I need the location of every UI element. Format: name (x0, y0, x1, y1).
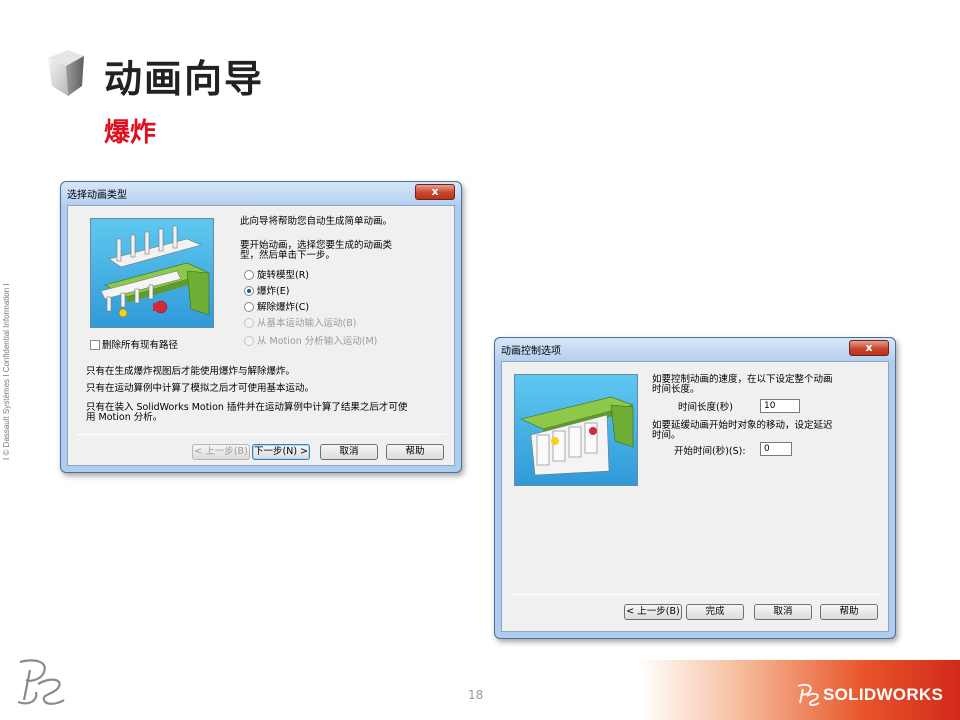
delete-paths-checkbox[interactable] (90, 340, 100, 350)
help-button[interactable]: 帮助 (820, 604, 878, 620)
duration-input[interactable]: 10 (760, 399, 800, 413)
dialog-title: 动画控制选项 (501, 346, 561, 357)
dialog-titlebar: 选择动画类型 x (61, 182, 461, 204)
exploded-assembly-preview (90, 218, 214, 328)
close-button[interactable]: x (849, 340, 889, 356)
dialog-separator (76, 434, 446, 435)
radio-rotate-model[interactable] (244, 270, 254, 280)
delete-paths-label: 删除所有现有路径 (102, 340, 179, 351)
duration-label: 时间长度(秒) (678, 402, 733, 413)
assembly-preview (514, 374, 638, 486)
page-number: 18 (468, 688, 484, 702)
finish-button[interactable]: 完成 (686, 604, 744, 620)
note-explode: 只有在生成爆炸视图后才能使用爆炸与解除爆炸。 (86, 366, 296, 377)
radio-explode[interactable] (244, 286, 254, 296)
next-button[interactable]: 下一步(N) > (252, 444, 310, 460)
assembly-image-icon (520, 396, 634, 476)
ds-logo-icon (17, 659, 65, 705)
cube-logo-icon (48, 50, 84, 96)
help-button[interactable]: 帮助 (386, 444, 444, 460)
prompt-text-2: 型，然后单击下一步。 (240, 250, 336, 261)
radio-label-basic-motion: 从基本运动输入运动(B) (257, 318, 357, 329)
cancel-button[interactable]: 取消 (320, 444, 378, 460)
radio-collapse[interactable] (244, 302, 254, 312)
solidworks-logo: SOLIDWORKS (795, 681, 955, 709)
animation-type-dialog: 选择动画类型 x 此向导将帮助您自动生成简单动画。 要开始动画，选择您要生成的动… (60, 181, 462, 473)
ds-mark-icon (797, 683, 820, 706)
radio-label-collapse: 解除爆炸(C) (257, 302, 310, 313)
delay-text-2: 时间。 (652, 430, 681, 441)
note-motion-analysis-2: 用 Motion 分析。 (86, 412, 163, 423)
note-basic-motion: 只有在运动算例中计算了模拟之后才可使用基本运动。 (86, 383, 315, 394)
close-button[interactable]: x (415, 184, 455, 200)
radio-basic-motion[interactable] (244, 318, 254, 328)
start-time-input[interactable]: 0 (760, 442, 792, 456)
back-button[interactable]: < 上一步(B) (624, 604, 682, 620)
radio-motion-analysis[interactable] (244, 336, 254, 346)
back-button[interactable]: < 上一步(B) (192, 444, 250, 460)
confidential-side-text: I © Dassault Systèmes I Confidential Inf… (2, 283, 11, 460)
intro-text: 此向导将帮助您自动生成简单动画。 (240, 216, 393, 227)
cancel-button[interactable]: 取消 (754, 604, 812, 620)
slide-subtitle: 爆炸 (104, 118, 157, 148)
radio-label-motion-analysis: 从 Motion 分析输入运动(M) (257, 336, 378, 347)
slide-title: 动画向导 (104, 57, 265, 101)
animation-control-dialog: 动画控制选项 x 如要控制动画的速度，在以下设定整个动画 时间长度。 时间长度(… (494, 337, 896, 639)
assembly-image-icon (100, 225, 210, 318)
dialog-titlebar: 动画控制选项 x (495, 338, 895, 360)
dialog-client-area: 此向导将帮助您自动生成简单动画。 要开始动画，选择您要生成的动画类 型，然后单击… (67, 205, 455, 466)
dialog-client-area: 如要控制动画的速度，在以下设定整个动画 时间长度。 时间长度(秒) 10 如要延… (501, 361, 889, 632)
dialog-title: 选择动画类型 (67, 190, 127, 201)
speed-text-2: 时间长度。 (652, 384, 700, 395)
start-time-label: 开始时间(秒)(S): (674, 446, 746, 457)
dialog-separator (510, 594, 880, 595)
solidworks-brand-text: SOLIDWORKS (823, 685, 944, 704)
radio-label-explode: 爆炸(E) (257, 286, 290, 297)
radio-label-rotate-model: 旋转模型(R) (257, 270, 310, 281)
